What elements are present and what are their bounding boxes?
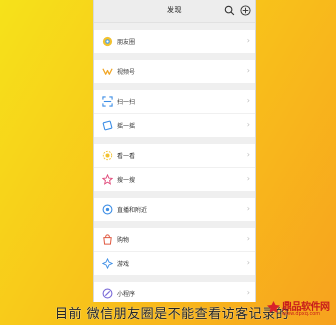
menu-item-label: 直播和附近 xyxy=(117,207,148,214)
menu-group: 视频号 › xyxy=(94,60,255,83)
menu-item-label: 朋友圈 xyxy=(117,39,136,46)
chevron-right-icon: › xyxy=(246,150,250,159)
chevron-right-icon: › xyxy=(246,36,250,45)
watermark-logo: 鼎品软件网 www.dpxq.com xyxy=(264,296,336,322)
games-icon xyxy=(102,258,113,269)
chevron-right-icon: › xyxy=(246,258,250,267)
menu-item-label: 搜一搜 xyxy=(117,177,136,184)
menu-item-label: 游戏 xyxy=(117,261,130,268)
chevron-right-icon: › xyxy=(246,234,250,243)
menu-item-label: 扫一扫 xyxy=(117,99,136,106)
chevron-right-icon: › xyxy=(246,174,250,183)
menu-group: 购物 › 游戏 › xyxy=(94,228,255,275)
menu-item-label: 摇一摇 xyxy=(117,123,136,130)
top-stories-icon xyxy=(102,150,113,161)
mini-programs-icon xyxy=(102,288,113,299)
menu-item-moments[interactable]: 朋友圈 › xyxy=(94,30,255,53)
menu-group: 直播和附近 › xyxy=(94,198,255,221)
chevron-right-icon: › xyxy=(246,120,250,129)
phone-screen: 发现 朋友圈 › 视频号 › 扫一扫 › 摇一摇 › 看一看 › 搜一搜 › 直… xyxy=(93,0,256,302)
menu-item-top-stories[interactable]: 看一看 › xyxy=(94,144,255,168)
menu-item-label: 看一看 xyxy=(117,153,136,160)
search-icon[interactable] xyxy=(224,5,235,16)
chevron-right-icon: › xyxy=(246,96,250,105)
menu-group: 看一看 › 搜一搜 › xyxy=(94,144,255,191)
add-icon[interactable] xyxy=(240,5,251,16)
menu-item-scan[interactable]: 扫一扫 › xyxy=(94,90,255,114)
chevron-right-icon: › xyxy=(246,288,250,297)
shake-icon xyxy=(102,120,113,131)
menu-item-shake[interactable]: 摇一摇 › xyxy=(94,114,255,137)
moments-icon xyxy=(102,36,113,47)
chevron-right-icon: › xyxy=(246,204,250,213)
menu-item-games[interactable]: 游戏 › xyxy=(94,252,255,275)
search-star-icon xyxy=(102,174,113,185)
channels-icon xyxy=(102,68,113,75)
menu-item-mini-programs[interactable]: 小程序 › xyxy=(94,282,255,302)
subtitle-text: 目前 微信朋友圈是不能查看访客记录的 xyxy=(55,307,290,322)
menu-item-live-nearby[interactable]: 直播和附近 › xyxy=(94,198,255,221)
shopping-icon xyxy=(103,234,112,245)
menu-item-channels[interactable]: 视频号 › xyxy=(94,60,255,83)
menu-item-search[interactable]: 搜一搜 › xyxy=(94,168,255,191)
live-nearby-icon xyxy=(102,204,113,215)
menu-group: 朋友圈 › xyxy=(94,30,255,53)
menu-group: 小程序 › xyxy=(94,282,255,302)
watermark-url: www.dpxq.com xyxy=(282,311,321,317)
discover-header: 发现 xyxy=(94,0,255,23)
menu-item-label: 购物 xyxy=(117,237,130,244)
logo-icon xyxy=(267,301,280,313)
menu-item-label: 小程序 xyxy=(117,291,136,298)
menu-group: 扫一扫 › 摇一摇 › xyxy=(94,90,255,137)
scan-icon xyxy=(102,96,113,107)
chevron-right-icon: › xyxy=(246,66,250,75)
menu-item-label: 视频号 xyxy=(117,69,136,76)
menu-item-shopping[interactable]: 购物 › xyxy=(94,228,255,252)
